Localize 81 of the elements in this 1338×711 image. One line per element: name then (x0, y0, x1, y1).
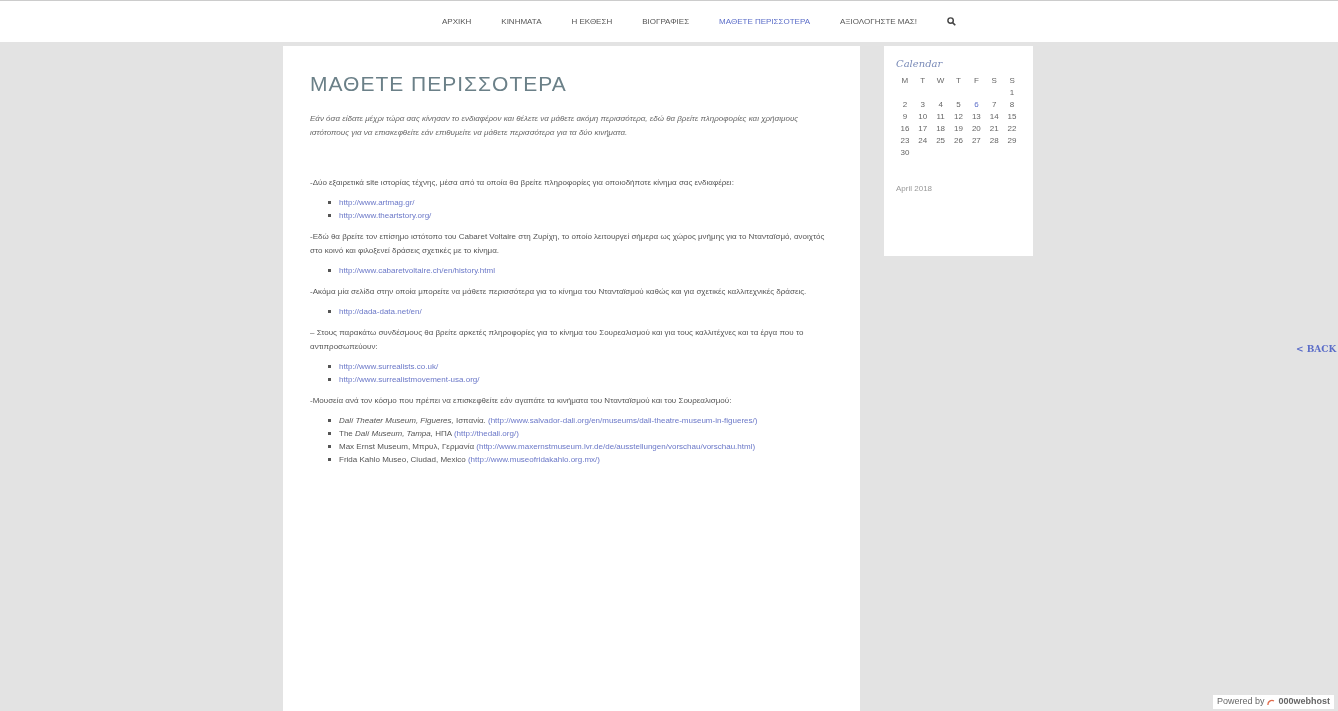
weekday-label: T (955, 75, 962, 87)
link[interactable]: http://www.surrealists.co.uk/ (339, 361, 439, 371)
calendar-title: Calendar (896, 57, 944, 71)
link[interactable]: http://www.theartstory.org/ (339, 210, 432, 220)
bullet-icon (328, 444, 331, 448)
calendar-day[interactable]: 22 (1003, 123, 1021, 135)
calendar-day[interactable]: 30 (896, 147, 914, 159)
paragraph: -Ακόμα μία σελίδα στην οποία μπορείτε να μάθετε περισσότερα για το κίνημα του Ντανταϊσμού καθώς και για σχετικές καλλιτεχνικές δράσεις. (310, 285, 808, 298)
page-title: ΜΑΘΕΤΕ ΠΕΡΙΣΣΟΤΕΡΑ (310, 71, 568, 97)
calendar-day[interactable]: 2 (896, 99, 914, 111)
link[interactable]: http://www.cabaretvoltaire.ch/en/history.html (339, 265, 495, 275)
calendar-day[interactable]: 10 (913, 111, 932, 123)
link[interactable]: http://www.surrealistmovement-usa.org/ (339, 374, 480, 384)
badge-brand: 000webhost (1278, 695, 1330, 709)
nav-link[interactable]: ΑΡΧΙΚΗ (441, 15, 472, 28)
list-item-text: Dalí Theater Museum, Figueres, Ισπανία. (http://www.salvador-dali.org/en/museums/dali-theatre-museum-in-figueres/) (339, 414, 758, 427)
calendar-day[interactable]: 18 (931, 123, 950, 135)
bullet-icon (328, 364, 331, 368)
calendar-day[interactable]: 23 (896, 135, 914, 147)
calendar-day[interactable]: 4 (931, 99, 950, 111)
calendar-day[interactable]: 15 (1003, 111, 1021, 123)
calendar-day[interactable]: 27 (967, 135, 986, 147)
bullet-icon (328, 457, 331, 461)
calendar-day[interactable]: 25 (931, 135, 950, 147)
nav-link[interactable]: Η ΕΚΘΕΣΗ (571, 15, 613, 28)
calendar-day[interactable]: 28 (985, 135, 1004, 147)
list-item-text: The Dalí Museum, Tampa, ΗΠΑ (http://thedali.org/) (339, 427, 519, 440)
nav-link[interactable]: ΚΙΝΗΜΑΤΑ (501, 15, 542, 28)
weekday-label: M (900, 75, 910, 87)
calendar-day[interactable]: 12 (949, 111, 968, 123)
weekday-label: S (1008, 75, 1016, 87)
calendar-month: April 2018 (896, 183, 934, 195)
bullet-icon (328, 309, 331, 313)
calendar-day[interactable]: 21 (985, 123, 1004, 135)
calendar-day[interactable]: 9 (896, 111, 914, 123)
bullet-icon (328, 268, 331, 272)
nav-link[interactable]: ΑΞΙΟΛΟΓΗΣΤΕ ΜΑΣ! (840, 15, 917, 28)
calendar-day[interactable]: 6 (967, 99, 986, 111)
paragraph: -Δύο εξαιρετικά site ιστορίας τέχνης, μέσα από τα οποία θα βρείτε πληροφορίες για οποιοδήποτε κίνημα σας ενδιαφέρει: (310, 176, 735, 189)
search-icon[interactable] (947, 17, 956, 26)
bullet-icon (328, 377, 331, 381)
calendar-day[interactable]: 29 (1003, 135, 1021, 147)
calendar-day[interactable]: 20 (967, 123, 986, 135)
list-item-text: Max Ernst Museum, Μπρυλ, Γερμανία (http://www.maxernstmuseum.lvr.de/de/ausstellungen/vorschau/vorschau.html) (339, 440, 756, 453)
calendar-day[interactable]: 7 (985, 99, 1004, 111)
link[interactable]: (http://thedali.org/) (453, 428, 519, 438)
bullet-icon (328, 418, 331, 422)
calendar-day[interactable]: 16 (896, 123, 914, 135)
nav-link[interactable]: ΒΙΟΓΡΑΦΙΕΣ (642, 15, 690, 28)
list-item-text: Frida Kahlo Museo, Ciudad, Mexico (http://www.museofridakahlo.org.mx/) (339, 453, 600, 466)
calendar-day[interactable]: 14 (985, 111, 1004, 123)
calendar-day[interactable]: 24 (913, 135, 932, 147)
weekday-label: S (990, 75, 998, 87)
intro-paragraph: Εάν όσα είδατε μέχρι τώρα σας κίνησαν το ενδιαφέρον και θέλετε να μάθετε ακόμη περισσότερα, εδώ θα βρείτε πληροφορίες και χρήσιμους ιστότοπους για να επισκεφθείτε εάν επιθυμείτε να μάθετε περισσότερα για τα δύο κινήματα. (310, 112, 800, 139)
badge-prefix: Powered by (1216, 695, 1265, 709)
calendar-day[interactable]: 11 (931, 111, 950, 123)
calendar-day[interactable]: 5 (949, 99, 968, 111)
link[interactable]: http://dada-data.net/en/ (339, 306, 422, 316)
link[interactable]: (http://www.museofridakahlo.org.mx/) (467, 454, 600, 464)
logo-icon (1267, 698, 1276, 706)
calendar-day[interactable]: 3 (913, 99, 932, 111)
calendar-day[interactable]: 1 (1003, 87, 1021, 99)
calendar-day[interactable]: 17 (913, 123, 932, 135)
calendar-day[interactable]: 19 (949, 123, 968, 135)
link[interactable]: (http://www.salvador-dali.org/en/museums/dali-theatre-museum-in-figueres/) (488, 415, 758, 425)
weekday-label: F (972, 75, 980, 87)
bullet-icon (328, 200, 331, 204)
calendar-day[interactable]: 26 (949, 135, 968, 147)
paragraph: -Μουσεία ανά τον κόσμο που πρέπει να επισκεφθείτε εάν αγαπάτε τα κινήματα του Ντανταϊσμού και του Σουρεαλισμού: (310, 394, 733, 407)
back-link[interactable]: < BACK (1296, 343, 1337, 357)
weekday-label: T (919, 75, 927, 87)
paragraph: – Στους παρακάτω συνδέσμους θα βρείτε αρκετές πληροφορίες για το κίνημα του Σουρεαλισμού και για τους καλλιτέχνες και τα έργα που το αντιπροσωπεύουν: (310, 326, 805, 353)
calendar-day[interactable]: 8 (1003, 99, 1021, 111)
weekday-label: W (935, 75, 946, 87)
bullet-icon (328, 213, 331, 217)
bullet-icon (328, 431, 331, 435)
paragraph: -Εδώ θα βρείτε τον επίσημο ιστότοπο του Cabaret Voltaire στη Ζυρίχη, το οποίο λειτουργεί σήμερα ως χώρος μνήμης για το Ντανταϊσμό, ανοιχτός στο κοινό και φιλοξενεί δράσεις σχετικές με το κίνημα. (310, 230, 826, 257)
link[interactable]: http://www.artmag.gr/ (339, 197, 415, 207)
link[interactable]: (http://www.maxernstmuseum.lvr.de/de/ausstellungen/vorschau/vorschau.html) (476, 441, 756, 451)
nav-link[interactable]: ΜΑΘΕΤΕ ΠΕΡΙΣΣΟΤΕΡΑ (719, 15, 811, 28)
calendar-day[interactable]: 13 (967, 111, 986, 123)
